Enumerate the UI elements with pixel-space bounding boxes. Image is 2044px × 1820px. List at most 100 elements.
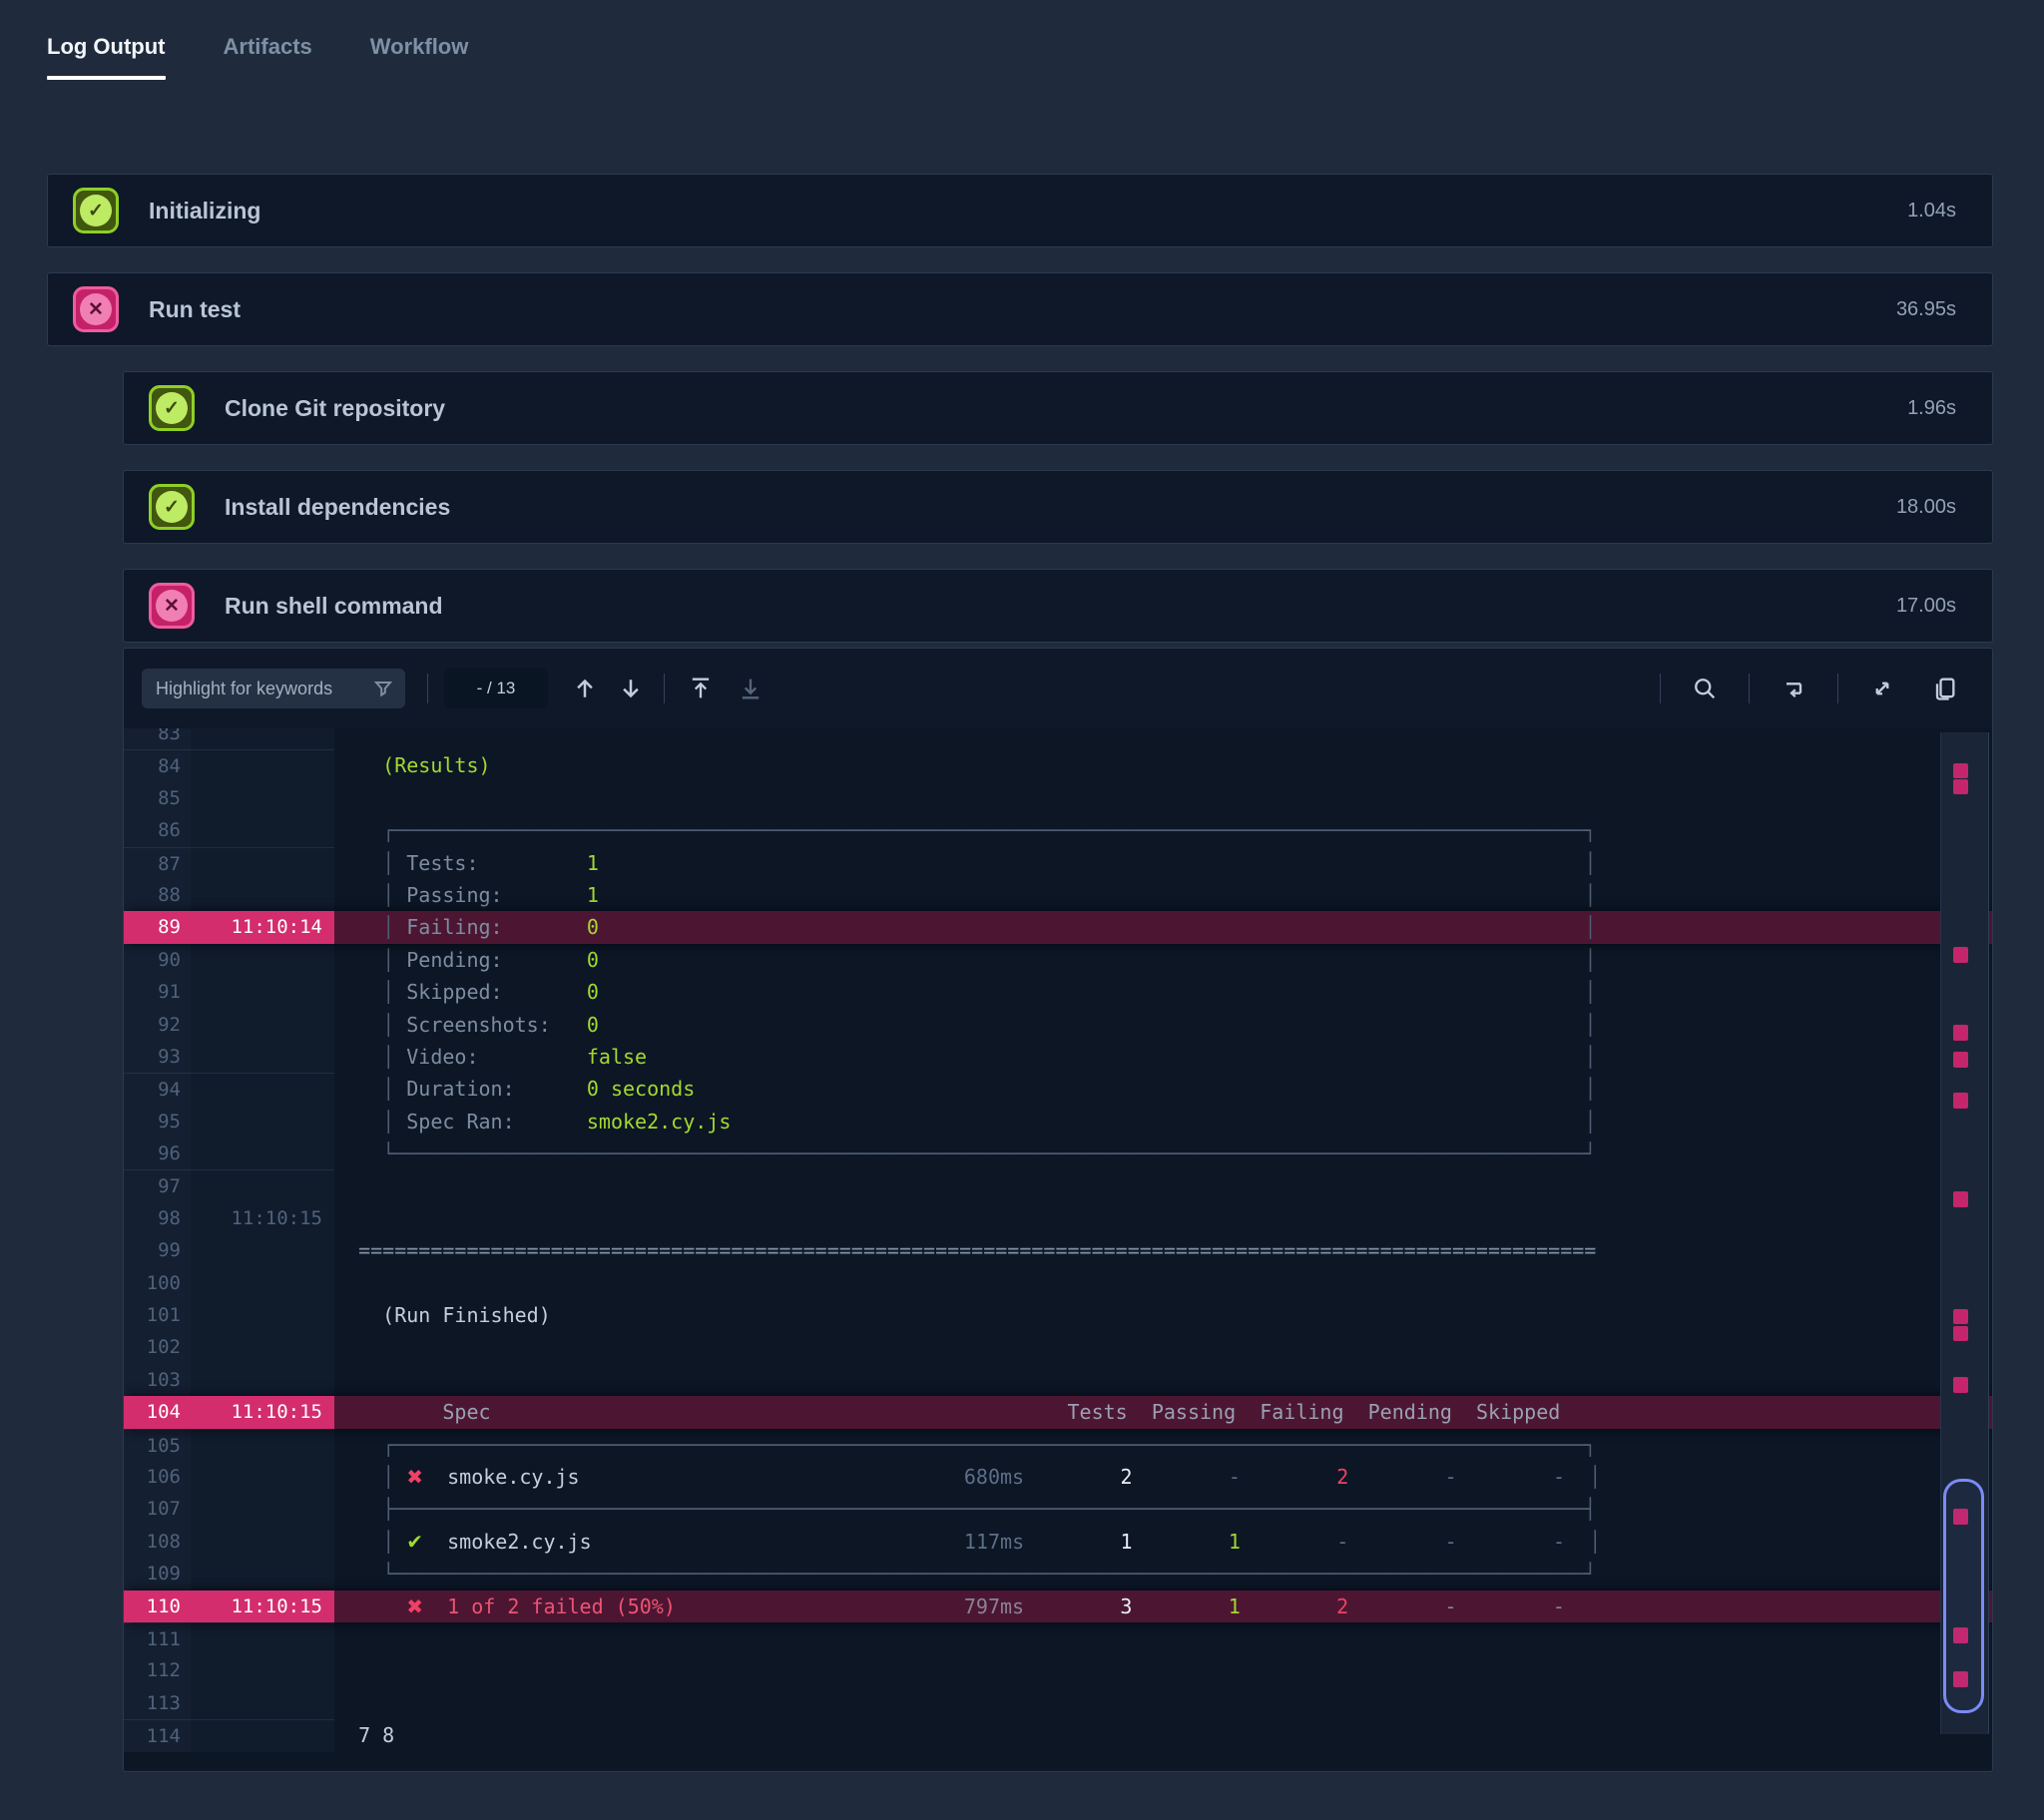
log-line: 93 │ Video: false │ bbox=[124, 1041, 1992, 1073]
log-text-cell: ========================================… bbox=[334, 1234, 1992, 1266]
log-line: 94 │ Duration: 0 seconds │ bbox=[124, 1073, 1992, 1105]
timestamp bbox=[191, 1493, 334, 1525]
log-minimap-scrollbar[interactable] bbox=[1940, 732, 1989, 1734]
search-button[interactable] bbox=[1687, 671, 1723, 706]
log-text-cell bbox=[334, 1622, 1992, 1654]
timestamp bbox=[191, 1364, 334, 1396]
next-match-button[interactable] bbox=[612, 670, 650, 707]
tab-artifacts[interactable]: Artifacts bbox=[224, 34, 312, 80]
log-text-cell: │ Video: false │ bbox=[334, 1041, 1992, 1073]
timestamp bbox=[191, 847, 334, 879]
log-text-cell: │ Pending: 0 │ bbox=[334, 944, 1992, 976]
expand-fullscreen-button[interactable] bbox=[1864, 671, 1900, 706]
cross-icon: ✕ bbox=[156, 590, 188, 622]
log-viewer-panel: - / 13 bbox=[123, 648, 1993, 1772]
line-number: 95 bbox=[124, 1106, 191, 1138]
timestamp bbox=[191, 1073, 334, 1105]
log-line: 90 │ Pending: 0 │ bbox=[124, 944, 1992, 976]
line-number: 96 bbox=[124, 1138, 191, 1169]
tab-log-output[interactable]: Log Output bbox=[47, 34, 166, 80]
active-tab-underline bbox=[47, 76, 166, 80]
log-line: 112 bbox=[124, 1654, 1992, 1686]
section-title: Run test bbox=[149, 296, 241, 323]
minimap-thumb[interactable] bbox=[1943, 1479, 1984, 1713]
log-lines: 8384 (Results)8586 ┌────────────────────… bbox=[124, 728, 1992, 1752]
timestamp bbox=[191, 1138, 334, 1169]
log-text-cell bbox=[334, 1169, 1992, 1201]
line-number: 99 bbox=[124, 1234, 191, 1266]
log-text-cell: ├───────────────────────────────────────… bbox=[334, 1493, 1992, 1525]
section-title: Install dependencies bbox=[225, 494, 450, 521]
timestamp: 11:10:15 bbox=[191, 1396, 334, 1428]
error-marker bbox=[1953, 1191, 1968, 1207]
log-output-area[interactable]: 8384 (Results)8586 ┌────────────────────… bbox=[124, 728, 1992, 1769]
section-title: Run shell command bbox=[225, 593, 443, 620]
wrap-lines-button[interactable] bbox=[1776, 671, 1811, 706]
highlight-keywords-input[interactable] bbox=[142, 669, 405, 708]
timestamp bbox=[191, 782, 334, 814]
section-run-shell-command[interactable]: ✕ Run shell command 17.00s bbox=[123, 569, 1993, 643]
timestamp bbox=[191, 1267, 334, 1299]
log-line: 88 │ Passing: 1 │ bbox=[124, 879, 1992, 911]
timestamp bbox=[191, 1299, 334, 1331]
log-line: 111 bbox=[124, 1622, 1992, 1654]
log-text-cell: (Results) bbox=[334, 749, 1992, 781]
log-line: 100 bbox=[124, 1267, 1992, 1299]
log-line: 92 │ Screenshots: 0 │ bbox=[124, 1009, 1992, 1041]
section-duration: 18.00s bbox=[1896, 496, 1956, 519]
log-text-cell bbox=[334, 782, 1992, 814]
toolbar-divider bbox=[1749, 674, 1750, 703]
log-text-cell: 7 8 bbox=[334, 1719, 1992, 1751]
job-log-page: Log Output Artifacts Workflow ✓Initializin… bbox=[47, 0, 1993, 1772]
line-number: 100 bbox=[124, 1267, 191, 1299]
log-line: 103 bbox=[124, 1364, 1992, 1396]
error-marker bbox=[1953, 1052, 1968, 1068]
scroll-to-bottom-button[interactable] bbox=[733, 671, 768, 706]
log-text-cell: │ Skipped: 0 │ bbox=[334, 976, 1992, 1008]
line-number: 110 bbox=[124, 1591, 191, 1622]
timestamp bbox=[191, 1234, 334, 1266]
timestamp: 11:10:14 bbox=[191, 911, 334, 943]
toolbar-divider bbox=[1660, 674, 1661, 703]
line-number: 107 bbox=[124, 1493, 191, 1525]
scroll-to-top-button[interactable] bbox=[683, 671, 719, 706]
section-clone-git-repository[interactable]: ✓Clone Git repository1.96s bbox=[123, 371, 1993, 445]
log-text-cell: │ Failing: 0 │ bbox=[334, 911, 1992, 943]
timestamp bbox=[191, 1009, 334, 1041]
line-number: 87 bbox=[124, 847, 191, 879]
section-initializing[interactable]: ✓Initializing1.04s bbox=[47, 174, 1993, 247]
section-run-test[interactable]: ✕Run test36.95s bbox=[47, 272, 1993, 346]
timestamp: 11:10:15 bbox=[191, 1591, 334, 1622]
error-marker bbox=[1953, 763, 1968, 778]
line-number: 108 bbox=[124, 1526, 191, 1558]
line-number: 102 bbox=[124, 1331, 191, 1363]
log-text-cell bbox=[334, 1331, 1992, 1363]
error-marker bbox=[1953, 1326, 1968, 1341]
timestamp bbox=[191, 1526, 334, 1558]
status-success-icon: ✓ bbox=[73, 188, 119, 233]
highlight-keywords-field bbox=[142, 669, 405, 708]
check-icon: ✓ bbox=[80, 195, 112, 227]
log-text-cell: └───────────────────────────────────────… bbox=[334, 1558, 1992, 1590]
section-duration: 1.04s bbox=[1907, 200, 1956, 223]
log-line: 108 │ ✔ smoke2.cy.js 117ms 1 1 - - - │ bbox=[124, 1526, 1992, 1558]
line-number: 105 bbox=[124, 1429, 191, 1461]
error-marker bbox=[1953, 947, 1968, 963]
timestamp bbox=[191, 814, 334, 846]
previous-match-button[interactable] bbox=[566, 670, 604, 707]
timestamp bbox=[191, 749, 334, 781]
filter-funnel-icon bbox=[371, 677, 395, 700]
timestamp bbox=[191, 1106, 334, 1138]
log-line: 85 bbox=[124, 782, 1992, 814]
tab-label: Workflow bbox=[370, 34, 469, 60]
log-text-cell: │ Spec Ran: smoke2.cy.js │ bbox=[334, 1106, 1992, 1138]
log-line: 9811:10:15 bbox=[124, 1202, 1992, 1234]
log-line: 83 bbox=[124, 728, 1992, 749]
section-install-dependencies[interactable]: ✓Install dependencies18.00s bbox=[123, 470, 1993, 544]
log-line: 8911:10:14 │ Failing: 0 │ bbox=[124, 911, 1992, 943]
log-line: 95 │ Spec Ran: smoke2.cy.js │ bbox=[124, 1106, 1992, 1138]
section-duration: 17.00s bbox=[1896, 595, 1956, 618]
check-icon: ✓ bbox=[156, 392, 188, 424]
copy-log-button[interactable] bbox=[1926, 671, 1962, 706]
tab-workflow[interactable]: Workflow bbox=[370, 34, 469, 80]
